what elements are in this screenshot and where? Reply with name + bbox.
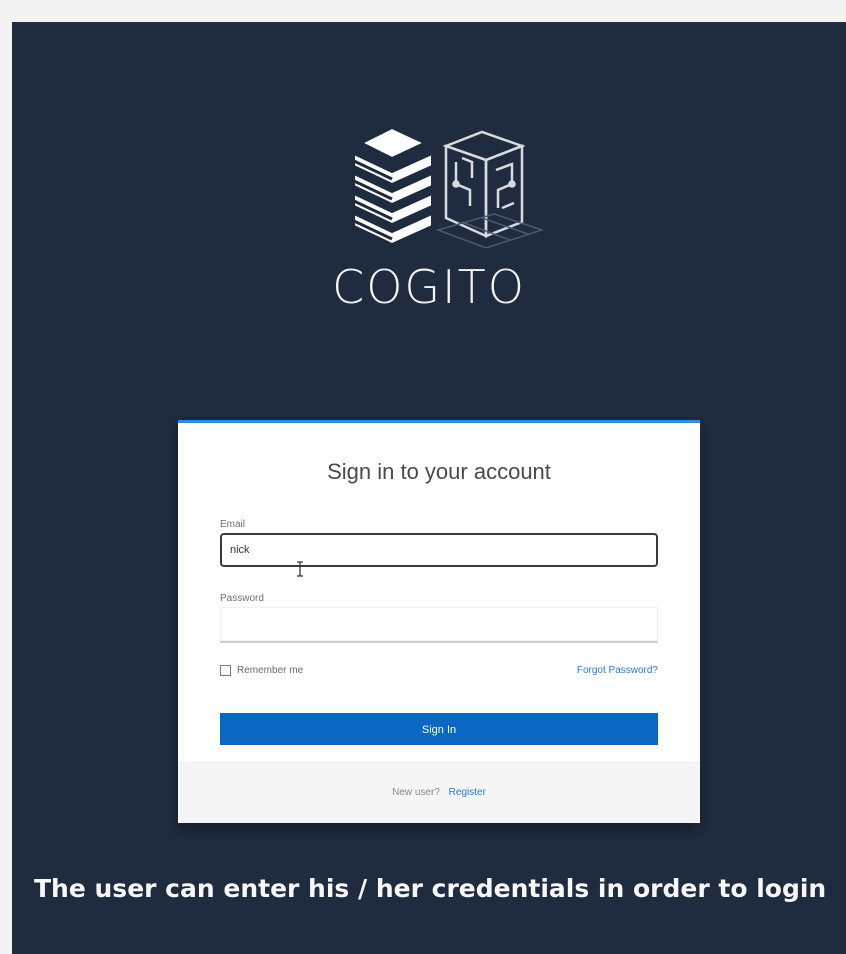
- remember-checkbox[interactable]: [220, 665, 231, 676]
- password-underline: [220, 641, 658, 643]
- sign-in-button[interactable]: Sign In: [220, 713, 658, 745]
- remember-me[interactable]: Remember me: [220, 665, 303, 676]
- email-label: Email: [220, 519, 246, 530]
- login-title: Sign in to your account: [327, 459, 551, 484]
- email-input[interactable]: [220, 533, 658, 567]
- register-footer: New user? Register: [178, 762, 700, 823]
- cogito-logo-icon: [353, 126, 545, 248]
- i-beam-cursor-icon: [297, 561, 303, 577]
- circuit-cube-icon: [442, 130, 526, 238]
- login-screen: COGITO Sign in to your account Email Pas…: [12, 22, 846, 954]
- new-user-text: New user?: [392, 787, 440, 798]
- brand-name: COGITO: [332, 260, 526, 314]
- remember-label: Remember me: [237, 665, 304, 676]
- password-input[interactable]: [220, 607, 658, 641]
- password-label: Password: [220, 593, 264, 604]
- register-link[interactable]: Register: [449, 787, 486, 798]
- caption-text: The user can enter his / her credentials…: [34, 874, 827, 903]
- forgot-password-link[interactable]: Forgot Password?: [577, 665, 658, 676]
- login-card: Sign in to your account Email Password R…: [178, 420, 700, 823]
